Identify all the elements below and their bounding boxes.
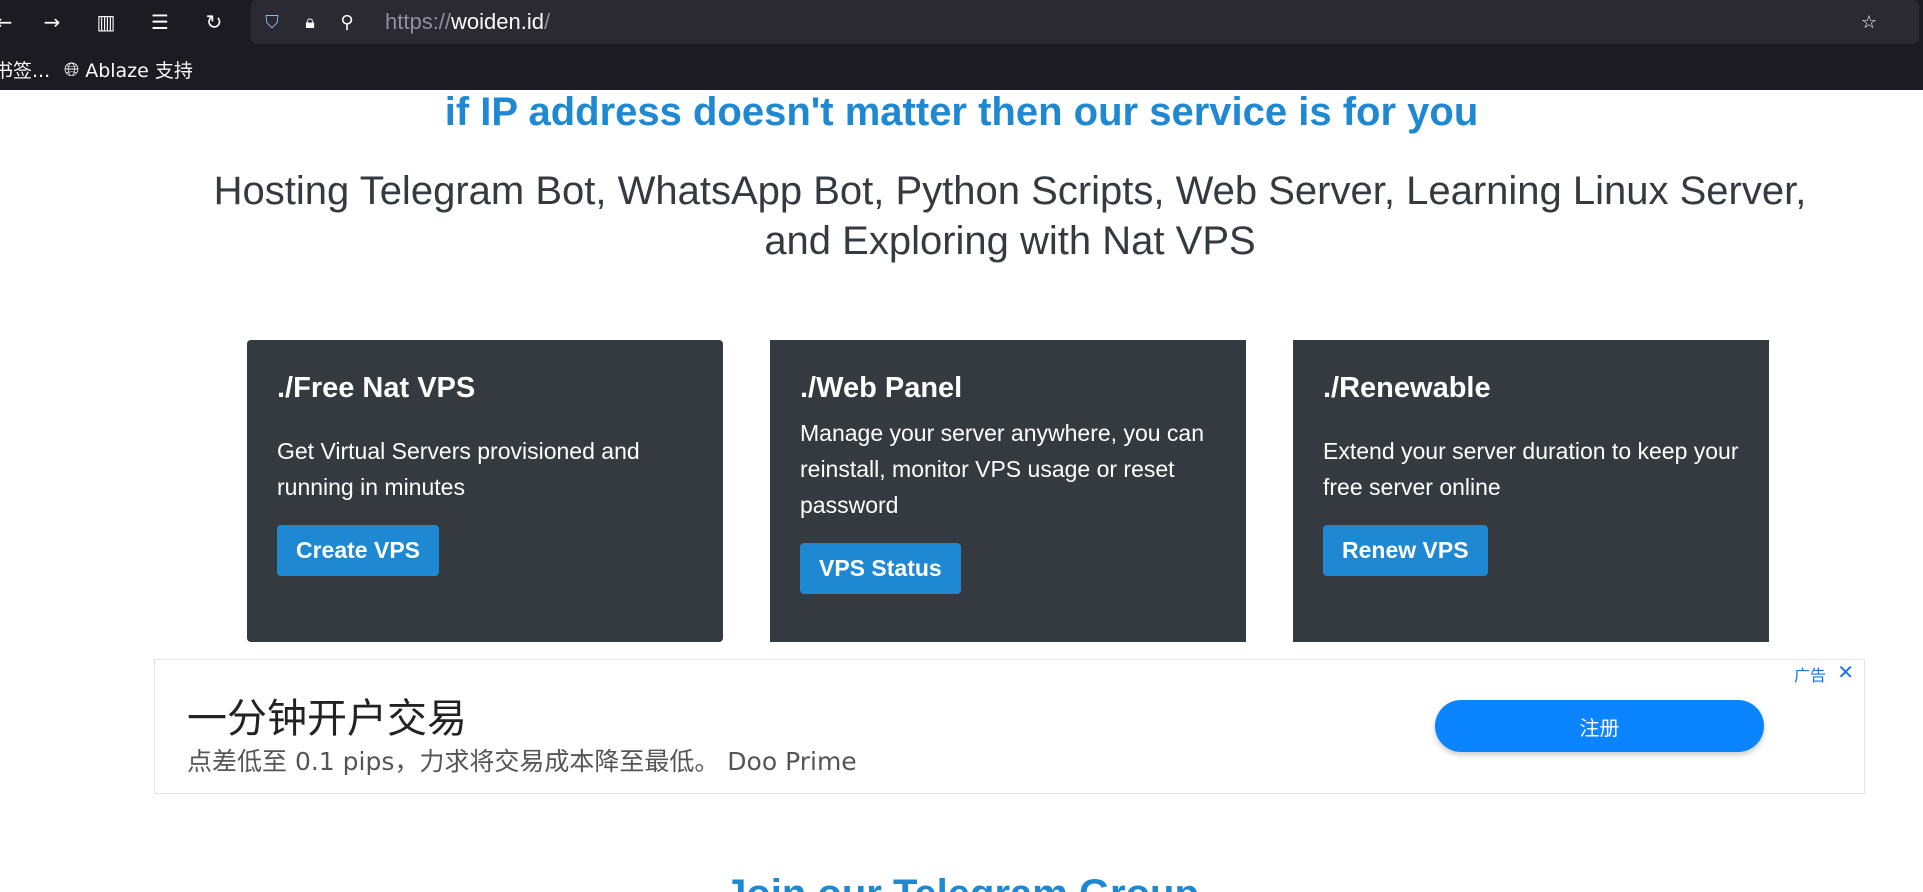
card-title: ./Web Panel xyxy=(800,372,963,404)
renew-vps-button[interactable]: Renew VPS xyxy=(1323,525,1488,576)
bookmark-item-ablaze[interactable]: 🌐︎ Ablaze 支持 xyxy=(64,56,193,83)
create-vps-button[interactable]: Create VPS xyxy=(277,525,440,576)
vps-status-button[interactable]: VPS Status xyxy=(800,543,961,594)
browser-toolbar: ← → ▥ ☰ ↻ ⛉ 🔒︎ ⚲ https://woiden.id/ ☆ xyxy=(0,0,1923,44)
ad-register-button[interactable]: 注册 xyxy=(1435,700,1764,752)
card-text: Get Virtual Servers provisioned and runn… xyxy=(277,438,640,500)
sidebar-icon[interactable]: ▥ xyxy=(94,10,118,34)
url-text[interactable]: https://woiden.id/ xyxy=(385,9,550,35)
bookmark-item[interactable]: 书签... xyxy=(0,56,50,83)
list-icon[interactable]: ☰ xyxy=(148,10,172,34)
ad-banner[interactable]: 一分钟开户交易 点差低至 0.1 pips，力求将交易成本降至最低。 Doo P… xyxy=(154,659,1865,794)
card-title: ./Renewable xyxy=(1323,372,1491,404)
url-bar[interactable]: ⛉ 🔒︎ ⚲ https://woiden.id/ ☆ xyxy=(251,0,1919,44)
globe-icon: 🌐︎ xyxy=(64,58,80,81)
section-heading-partial: Join our Telegram Group xyxy=(0,872,1923,892)
permissions-icon[interactable]: ⚲ xyxy=(335,10,359,34)
page-content: if IP address doesn't matter then our se… xyxy=(0,90,1923,892)
card-text: Extend your server duration to keep your… xyxy=(1323,438,1739,500)
page-headline: if IP address doesn't matter then our se… xyxy=(444,90,1479,134)
card-free-nat-vps: ./Free Nat VPS Get Virtual Servers provi… xyxy=(247,340,723,642)
bookmark-star-icon[interactable]: ☆ xyxy=(1857,10,1881,34)
close-icon[interactable]: ✕ xyxy=(1837,660,1854,684)
ad-label[interactable]: 广告 xyxy=(1794,662,1826,686)
back-icon[interactable]: ← xyxy=(0,10,16,34)
card-web-panel: ./Web Panel Manage your server anywhere,… xyxy=(770,340,1246,642)
card-text: Manage your server anywhere, you can rei… xyxy=(800,420,1204,518)
card-title: ./Free Nat VPS xyxy=(277,372,476,404)
ad-description[interactable]: 点差低至 0.1 pips，力求将交易成本降至最低。 Doo Prime xyxy=(187,742,857,778)
card-renewable: ./Renewable Extend your server duration … xyxy=(1293,340,1769,642)
forward-icon[interactable]: → xyxy=(40,10,64,34)
ad-title[interactable]: 一分钟开户交易 xyxy=(187,686,467,744)
page-subhead: Hosting Telegram Bot, WhatsApp Bot, Pyth… xyxy=(213,169,1807,263)
lock-icon[interactable]: 🔒︎ xyxy=(298,10,322,34)
reload-icon[interactable]: ↻ xyxy=(202,10,226,34)
bookmarks-bar: 书签... 🌐︎ Ablaze 支持 xyxy=(0,44,1923,90)
shield-icon[interactable]: ⛉ xyxy=(260,10,284,34)
